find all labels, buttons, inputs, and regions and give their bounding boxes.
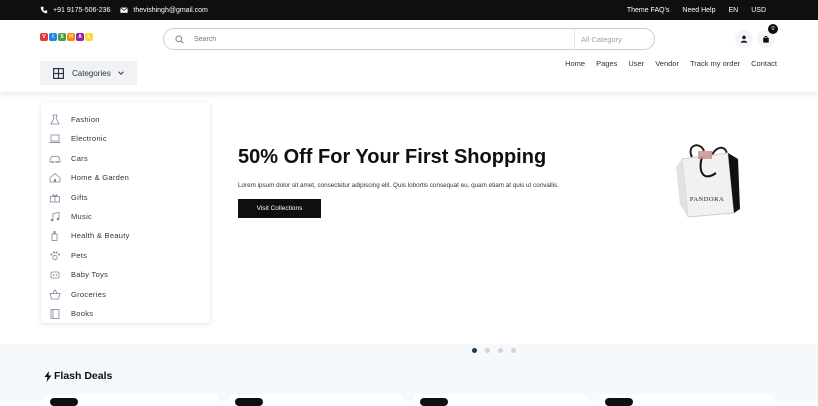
carousel-dot[interactable]	[472, 348, 477, 353]
mail-icon	[120, 7, 129, 13]
paw-icon	[50, 251, 60, 260]
product-card[interactable]	[414, 394, 588, 406]
category-item-label: Baby Toys	[71, 270, 109, 280]
header: VISHAL All Category 0 Categories Home Pa…	[0, 20, 818, 92]
nav-home[interactable]: Home	[565, 59, 585, 68]
email-contact[interactable]: thevishingh@gmail.com	[120, 6, 208, 14]
discount-badge	[605, 398, 633, 406]
category-item-health-beauty[interactable]: Health & Beauty	[41, 226, 210, 245]
category-item-label: Electronic	[71, 134, 107, 144]
category-item-home-garden[interactable]: Home & Garden	[41, 168, 210, 187]
chevron-down-icon	[117, 71, 124, 75]
category-item-label: Home & Garden	[71, 173, 130, 183]
logo-letter: H	[67, 33, 75, 41]
carousel-dots	[472, 348, 516, 353]
category-item-music[interactable]: Music	[41, 207, 210, 226]
category-item-label: Fashion	[71, 115, 100, 124]
user-icon	[740, 35, 748, 43]
product-card[interactable]	[44, 394, 218, 406]
flash-deals-title: Flash Deals	[54, 370, 113, 382]
grid-icon	[53, 67, 64, 79]
shopping-bag-image: PANDORA	[676, 144, 740, 218]
phone-contact[interactable]: +91 9175-506-236	[40, 6, 110, 14]
currency-selector[interactable]: USD	[751, 7, 766, 14]
categories-dropdown-button[interactable]: Categories	[40, 61, 137, 85]
search-icon[interactable]	[175, 34, 184, 44]
search-bar: All Category	[163, 28, 655, 50]
theme-faq-link[interactable]: Theme FAQ's	[627, 7, 670, 14]
cart-count-badge: 0	[768, 24, 778, 34]
category-item-label: Books	[71, 309, 94, 318]
nav-contact[interactable]: Contact	[751, 59, 777, 68]
category-item-groceries[interactable]: Groceries	[41, 285, 210, 304]
category-item-label: Cars	[71, 153, 89, 163]
lotion-icon	[51, 231, 58, 242]
house-icon	[49, 173, 61, 183]
phone-icon	[40, 6, 48, 14]
toy-icon	[50, 271, 60, 279]
category-item-cars[interactable]: Cars	[41, 149, 210, 168]
basket-icon	[49, 288, 61, 299]
nav-vendor[interactable]: Vendor	[655, 59, 679, 68]
logo-letter: A	[76, 33, 84, 41]
nav-pages[interactable]: Pages	[596, 59, 617, 68]
logo-letter: S	[58, 33, 66, 41]
category-item-books[interactable]: Books	[41, 304, 210, 323]
flash-deals-section	[0, 344, 818, 401]
nav-user[interactable]: User	[628, 59, 644, 68]
need-help-link[interactable]: Need Help	[682, 7, 715, 14]
category-item-baby-toys[interactable]: Baby Toys	[41, 265, 210, 284]
category-item-label: Pets	[71, 250, 88, 260]
category-item-electronic[interactable]: Electronic	[41, 129, 210, 148]
search-input[interactable]	[194, 35, 554, 43]
category-item-gifts[interactable]: Gifts	[41, 188, 210, 207]
music-icon	[50, 212, 60, 222]
category-item-label: Gifts	[71, 192, 88, 202]
car-icon	[49, 155, 61, 163]
main-nav: Home Pages User Vendor Track my order Co…	[565, 59, 777, 68]
phone-number: +91 9175-506-236	[53, 6, 111, 14]
gift-icon	[50, 193, 60, 202]
logo-letter: L	[85, 33, 93, 41]
hero-description: Lorem ipsum dolor sit amet, consectetur …	[238, 182, 559, 189]
search-divider	[574, 29, 575, 49]
shopping-bag-icon	[763, 36, 769, 43]
carousel-dot[interactable]	[498, 348, 503, 353]
nav-track-order[interactable]: Track my order	[690, 59, 740, 68]
logo-letter: V	[40, 33, 48, 41]
flash-deals-heading: Flash Deals	[44, 370, 112, 382]
product-card[interactable]	[229, 394, 403, 406]
book-icon	[50, 309, 60, 319]
site-logo[interactable]: VISHAL	[40, 33, 93, 41]
category-item-pets[interactable]: Pets	[41, 246, 210, 265]
category-item-label: Health & Beauty	[71, 231, 130, 241]
discount-badge	[50, 398, 78, 406]
category-item-label: Groceries	[71, 289, 107, 299]
carousel-dot[interactable]	[511, 348, 516, 353]
logo-letter: I	[49, 33, 57, 41]
top-bar: +91 9175-506-236 thevishingh@gmail.com T…	[0, 0, 818, 20]
category-menu: Fashion Electronic Cars Home & Garden Gifts M…	[41, 103, 210, 323]
discount-badge	[420, 398, 448, 406]
account-button[interactable]	[735, 30, 753, 48]
hero-title: 50% Off For Your First Shopping	[238, 146, 547, 168]
carousel-dot[interactable]	[485, 348, 490, 353]
product-card[interactable]	[599, 394, 773, 406]
category-item-fashion[interactable]: Fashion	[41, 110, 210, 129]
dress-icon	[50, 114, 60, 125]
search-category-select[interactable]: All Category	[581, 29, 622, 49]
language-selector[interactable]: EN	[728, 7, 738, 14]
discount-badge	[235, 398, 263, 406]
visit-collections-button[interactable]: Visit Collections	[238, 199, 321, 218]
email-address: thevishingh@gmail.com	[133, 6, 208, 14]
bag-brand-text: PANDORA	[690, 196, 724, 203]
categories-label: Categories	[72, 68, 111, 78]
laptop-icon	[49, 134, 61, 144]
lightning-icon	[44, 370, 52, 382]
category-item-label: Music	[71, 212, 93, 221]
